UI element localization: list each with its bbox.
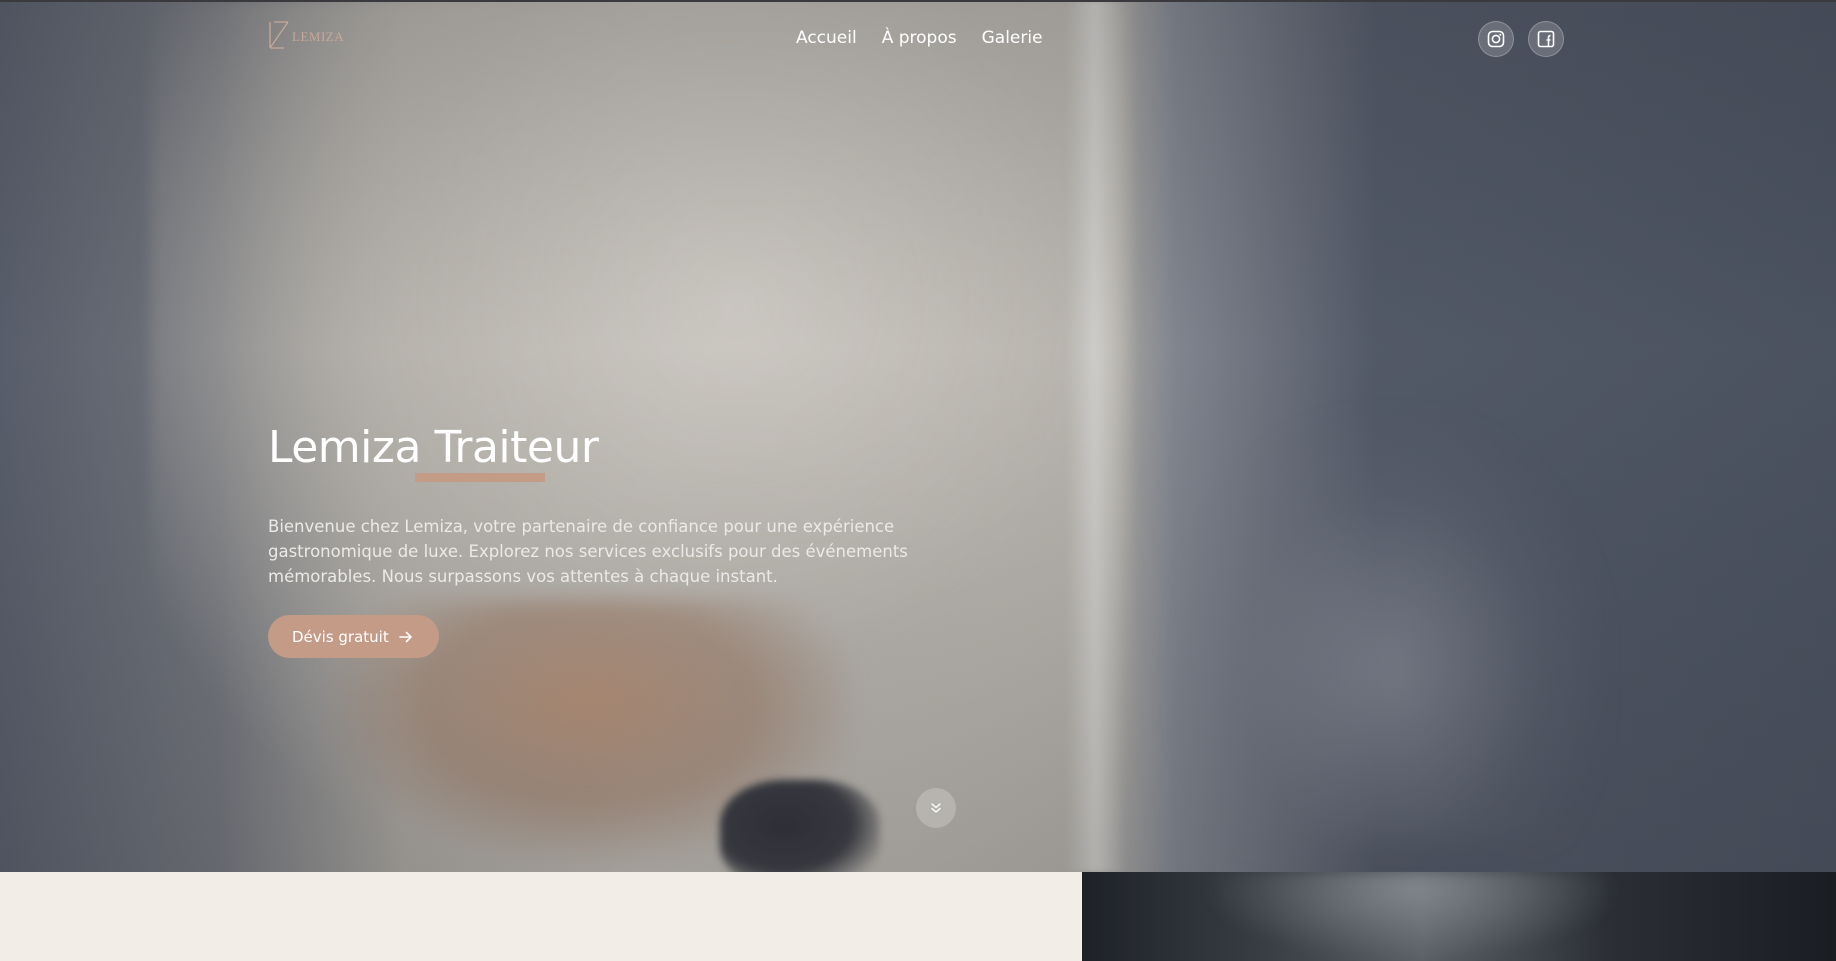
hero-description: Bienvenue chez Lemiza, votre partenaire …: [268, 517, 908, 586]
nav-link-accueil[interactable]: Accueil: [796, 28, 857, 48]
logo-mark-icon: [269, 21, 289, 49]
instagram-icon: [1487, 30, 1505, 48]
scroll-down-button[interactable]: [916, 788, 956, 828]
brand-logo[interactable]: LEMIZA: [268, 20, 344, 50]
free-quote-button[interactable]: Dévis gratuit: [268, 615, 439, 658]
navbar: LEMIZA Accueil À propos Galerie: [0, 0, 1836, 76]
arrow-right-icon: [398, 631, 412, 642]
nav-links: Accueil À propos Galerie: [796, 28, 1043, 48]
hero-title: Lemiza Traiteur: [268, 422, 599, 473]
next-section-image: [1082, 872, 1836, 961]
facebook-button[interactable]: [1528, 21, 1564, 57]
nav-link-galerie[interactable]: Galerie: [982, 28, 1043, 48]
facebook-icon: [1537, 30, 1555, 48]
title-accent-underline: [415, 473, 545, 482]
nav-link-a-propos[interactable]: À propos: [882, 28, 957, 48]
chevrons-down-icon: [931, 803, 941, 813]
hero-content: Lemiza Traiteur Bienvenue chez Lemiza, v…: [268, 420, 908, 658]
brand-name: LEMIZA: [292, 29, 345, 44]
social-links: [1478, 21, 1564, 57]
next-section-text-panel: [0, 872, 1082, 961]
instagram-button[interactable]: [1478, 21, 1514, 57]
free-quote-label: Dévis gratuit: [292, 627, 389, 646]
